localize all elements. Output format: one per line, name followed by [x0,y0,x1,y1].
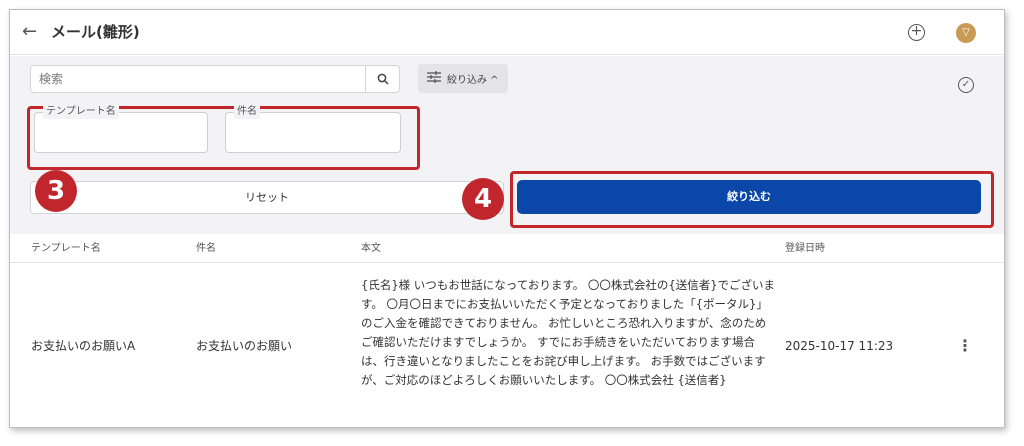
step-badge-4: 4 [462,178,504,220]
subject-field: 件名 [225,105,401,153]
cell-registered-at: 2025-10-17 11:23 [785,339,894,353]
column-header-template-name[interactable]: テンプレート名 [31,242,101,256]
arrow-left-icon[interactable]: ← [22,22,42,42]
column-header-registered-at[interactable]: 登録日時 [785,242,825,256]
table-row[interactable]: お支払いのお願いA お支払いのお願い {氏名}様 いつもお世話になっております。… [10,264,1004,427]
filter-toggle-label: 絞り込み ^ [447,75,499,86]
cell-body: {氏名}様 いつもお世話になっております。 〇〇株式会社の{送信者}でございます… [361,278,776,387]
reset-button[interactable]: リセット [30,181,504,214]
plus-circle-icon[interactable]: + [908,24,925,41]
page-header: ← メール(雛形) + ▽ [10,10,1004,55]
table-header: テンプレート名 件名 本文 登録日時 [10,235,1004,263]
template-name-field: テンプレート名 [34,105,208,153]
filter-submit-button[interactable]: 絞り込む [517,180,981,214]
cell-template-name: お支払いのお願いA [31,339,136,353]
filter-panel: 絞り込み ^ ✓ テンプレート名 件名 リセット 絞り込む 3 4 [10,56,1004,234]
more-vertical-icon[interactable]: ⋮ [955,336,975,356]
app-window: ← メール(雛形) + ▽ 検索 絞り込み ^ ✓ テンプレート名 件名 リセッ… [9,9,1005,428]
template-name-input[interactable] [35,121,207,149]
check-circle-icon[interactable]: ✓ [958,77,974,93]
step-badge-3: 3 [35,170,77,212]
template-name-label: テンプレート名 [43,105,119,119]
avatar[interactable]: ▽ [956,23,976,43]
search-icon[interactable] [365,66,399,92]
column-header-subject[interactable]: 件名 [196,242,216,256]
filter-toggle-button[interactable]: 絞り込み ^ [418,64,508,93]
subject-label: 件名 [234,105,260,119]
cell-subject: お支払いのお願い [196,339,293,353]
search-box [30,65,400,93]
column-header-body[interactable]: 本文 [361,242,381,256]
page-title: メール(雛形) [51,23,140,41]
search-input[interactable] [31,66,365,92]
sliders-icon [426,69,442,88]
subject-input[interactable] [226,121,400,149]
